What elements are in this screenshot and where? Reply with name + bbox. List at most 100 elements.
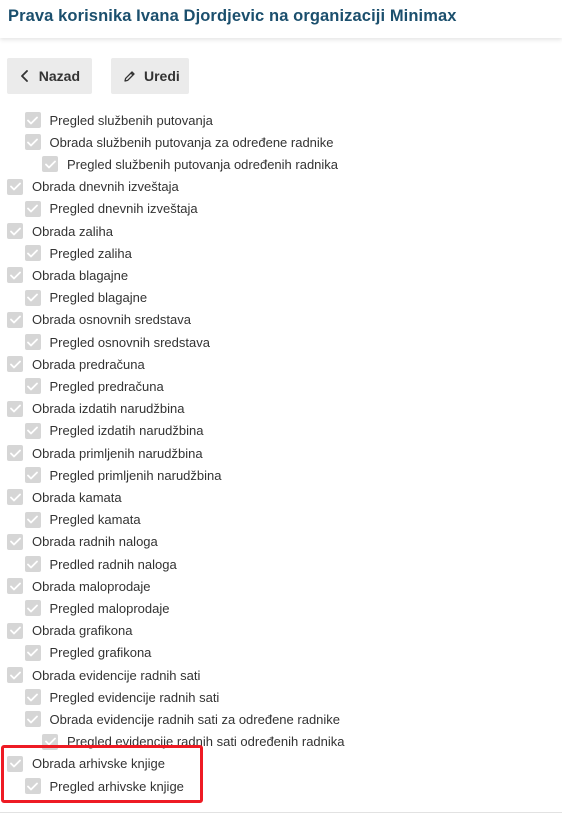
permission-row: Obrada arhivske knjige xyxy=(7,753,165,775)
checkmark-icon xyxy=(9,759,21,768)
edit-button[interactable]: Uredi xyxy=(111,58,189,94)
checkmark-icon xyxy=(9,404,21,413)
permission-row: Obrada osnovnih sredstava xyxy=(7,309,191,331)
permission-checkbox[interactable] xyxy=(24,556,41,572)
permission-checkbox[interactable] xyxy=(42,156,58,173)
permission-checkbox[interactable] xyxy=(7,311,23,328)
permission-row: Pregled dnevnih izveštaja xyxy=(24,198,198,220)
checkmark-icon xyxy=(9,182,21,191)
permission-label: Pregled grafikona xyxy=(49,645,152,661)
back-button-label: Nazad xyxy=(38,68,80,84)
permission-label: Pregled osnovnih sredstava xyxy=(49,334,210,350)
checkmark-icon xyxy=(27,782,38,790)
permission-label: Obrada izdatih narudžbina xyxy=(32,401,185,417)
permission-checkbox[interactable] xyxy=(24,511,41,528)
permission-row: Pregled arhivske knjige xyxy=(24,775,184,797)
permission-label: Obrada dnevnih izveštaja xyxy=(32,179,179,195)
permission-label: Pregled zaliha xyxy=(49,245,132,261)
permission-label: Pregled izdatih narudžbina xyxy=(49,423,204,439)
permission-label: Obrada evidencije radnih sati xyxy=(32,667,201,683)
back-button[interactable]: Nazad xyxy=(7,58,92,94)
permission-label: Pregled evidencije radnih sati xyxy=(49,689,220,705)
permission-label: Pregled blagajne xyxy=(49,290,148,306)
permission-checkbox[interactable] xyxy=(7,755,23,772)
permission-label: Obrada službenih putovanja za određene r… xyxy=(49,134,334,150)
permission-checkbox[interactable] xyxy=(24,711,41,728)
permission-checkbox[interactable] xyxy=(24,600,41,617)
permission-label: Pregled maloprodaje xyxy=(49,600,170,616)
permission-checkbox[interactable] xyxy=(7,400,23,417)
permission-row: Obrada blagajne xyxy=(7,264,128,286)
checkmark-icon xyxy=(27,515,38,524)
permission-checkbox[interactable] xyxy=(42,733,58,750)
permission-row: Obrada primljenih narudžbina xyxy=(7,442,203,464)
checkmark-icon xyxy=(27,693,38,702)
pencil-icon xyxy=(123,69,136,83)
checkmark-icon xyxy=(27,138,38,147)
permission-checkbox[interactable] xyxy=(7,578,23,595)
permission-row: Pregled zaliha xyxy=(24,242,132,264)
permission-row: Pregled službenih putovanja xyxy=(24,109,213,131)
permission-label: Obrada primljenih narudžbina xyxy=(32,445,203,461)
permission-label: Pregled primljenih narudžbina xyxy=(49,467,222,483)
permission-label: Obrada osnovnih sredstava xyxy=(32,312,191,328)
permission-checkbox[interactable] xyxy=(7,667,23,683)
permission-label: Pregled dnevnih izveštaja xyxy=(49,201,198,217)
permission-label: Pregled evidencije radnih sati određenih… xyxy=(67,734,345,750)
permission-checkbox[interactable] xyxy=(24,644,41,661)
permission-checkbox[interactable] xyxy=(24,378,41,395)
checkmark-icon xyxy=(9,271,21,280)
permission-checkbox[interactable] xyxy=(24,134,41,151)
permission-checkbox[interactable] xyxy=(7,622,23,639)
permission-row: Pregled blagajne xyxy=(24,287,148,309)
permission-row: Obrada službenih putovanja za određene r… xyxy=(24,131,334,153)
permission-label: Obrada grafikona xyxy=(32,623,133,639)
permission-checkbox[interactable] xyxy=(24,467,41,484)
checkmark-icon xyxy=(9,493,21,502)
checkmark-icon xyxy=(27,471,38,480)
permission-row: Obrada predračuna xyxy=(7,353,145,375)
permission-checkbox[interactable] xyxy=(24,245,41,262)
permission-label: Obrada kamata xyxy=(32,489,122,505)
permission-checkbox[interactable] xyxy=(7,489,23,506)
checkmark-icon xyxy=(44,160,56,169)
permission-label: Obrada maloprodaje xyxy=(32,578,151,594)
permission-row: Obrada grafikona xyxy=(7,620,132,642)
checkmark-icon xyxy=(27,338,38,346)
permission-row: Obrada dnevnih izveštaja xyxy=(7,176,179,198)
permission-checkbox[interactable] xyxy=(7,356,23,373)
permission-label: Pregled arhivske knjige xyxy=(49,778,184,794)
permission-checkbox[interactable] xyxy=(24,200,41,217)
permissions-tree: Pregled službenih putovanja Obrada službe… xyxy=(0,104,562,812)
permission-row: Pregled evidencije radnih sati određenih… xyxy=(42,731,345,753)
permission-row: Pregled kamata xyxy=(24,509,141,531)
permission-checkbox[interactable] xyxy=(24,778,41,794)
permission-row: Predled radnih naloga xyxy=(24,553,177,575)
permission-label: Obrada zaliha xyxy=(32,223,113,239)
checkmark-icon xyxy=(9,315,21,324)
permission-checkbox[interactable] xyxy=(24,334,41,350)
permission-row: Obrada maloprodaje xyxy=(7,575,151,597)
checkmark-icon xyxy=(27,604,38,613)
permission-checkbox[interactable] xyxy=(24,689,41,706)
chevron-left-icon xyxy=(19,69,31,83)
permission-checkbox[interactable] xyxy=(24,422,41,439)
permission-label: Obrada arhivske knjige xyxy=(32,756,165,772)
checkmark-icon xyxy=(44,737,56,746)
permission-row: Pregled evidencije radnih sati xyxy=(24,686,220,708)
permission-checkbox[interactable] xyxy=(7,533,23,550)
permission-checkbox[interactable] xyxy=(7,223,23,239)
permission-checkbox[interactable] xyxy=(24,112,41,128)
checkmark-icon xyxy=(27,204,38,213)
permission-checkbox[interactable] xyxy=(7,178,23,195)
permission-checkbox[interactable] xyxy=(7,445,23,461)
permission-checkbox[interactable] xyxy=(7,267,23,284)
checkmark-icon xyxy=(27,293,38,302)
permission-row: Pregled grafikona xyxy=(24,642,152,664)
permission-label: Obrada evidencije radnih sati za određen… xyxy=(49,711,341,727)
checkmark-icon xyxy=(9,626,21,635)
permission-label: Obrada radnih naloga xyxy=(32,534,158,550)
permission-checkbox[interactable] xyxy=(24,289,41,306)
permission-row: Obrada kamata xyxy=(7,486,122,508)
checkmark-icon xyxy=(27,426,38,435)
